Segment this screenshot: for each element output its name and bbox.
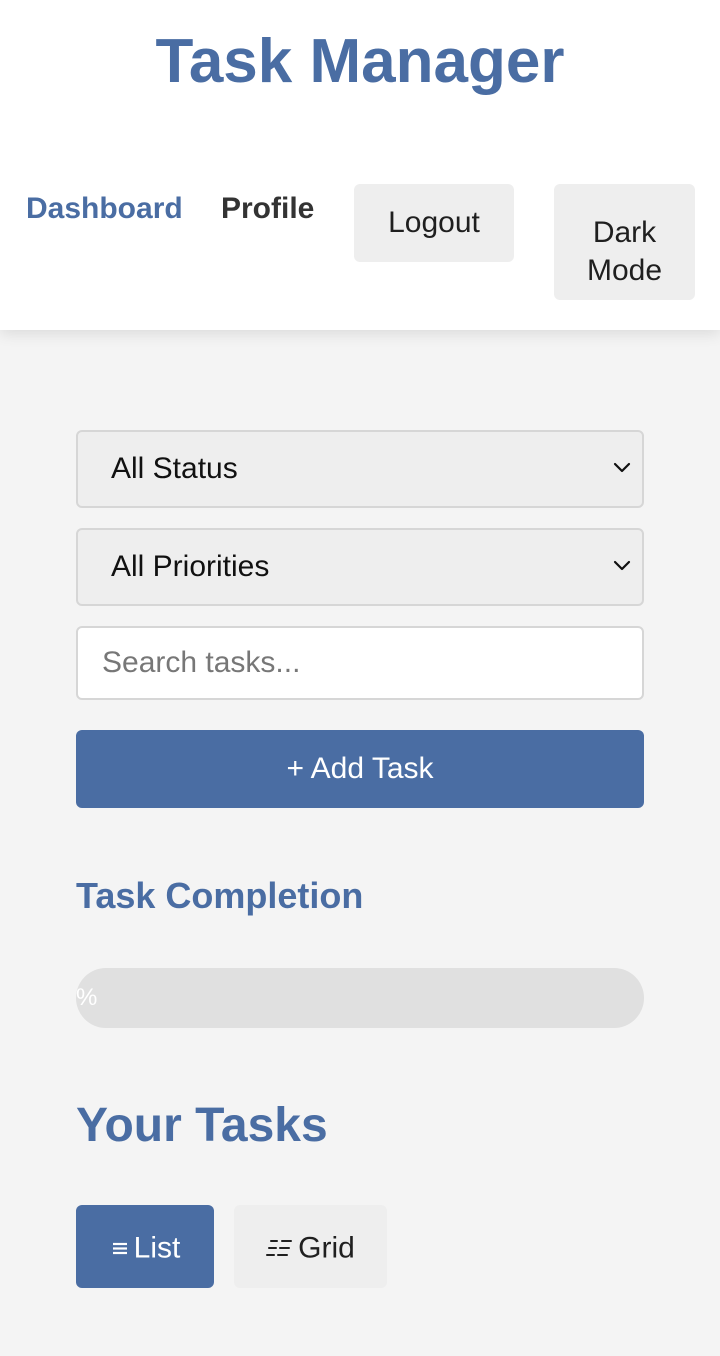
search-box xyxy=(76,626,644,700)
nav-dashboard-link[interactable]: Dashboard xyxy=(26,190,183,228)
grid-view-button[interactable]: Grid xyxy=(234,1205,387,1288)
list-icon xyxy=(112,1242,127,1255)
logout-button[interactable]: Logout xyxy=(354,184,514,262)
status-filter-value: All Status xyxy=(111,452,238,485)
task-completion-title: Task Completion xyxy=(76,875,364,916)
priority-filter-value: All Priorities xyxy=(111,550,270,583)
your-tasks-title: Your Tasks xyxy=(76,1099,328,1152)
nav-profile-link[interactable]: Profile xyxy=(221,190,314,228)
completion-progress-bar: % xyxy=(76,968,644,1028)
chevron-down-icon xyxy=(613,462,631,473)
dark-mode-label-line2: Mode xyxy=(586,254,663,287)
app-title: Task Manager xyxy=(155,27,565,96)
status-filter-select[interactable]: All Status xyxy=(76,430,644,508)
search-input[interactable] xyxy=(78,628,642,698)
list-view-button[interactable]: List xyxy=(76,1205,214,1288)
progress-label: % xyxy=(76,984,98,1011)
priority-filter-select[interactable]: All Priorities xyxy=(76,528,644,606)
grid-view-label: Grid xyxy=(298,1231,355,1265)
list-view-label: List xyxy=(133,1231,181,1265)
dark-mode-label-line1: Dark xyxy=(592,216,657,249)
grid-icon xyxy=(266,1240,293,1257)
add-task-button[interactable]: + Add Task xyxy=(76,730,644,808)
app-header: Task Manager Dashboard Profile Logout Da… xyxy=(0,0,720,330)
dark-mode-button[interactable]: Dark Mode xyxy=(554,184,695,300)
chevron-down-icon xyxy=(613,560,631,571)
